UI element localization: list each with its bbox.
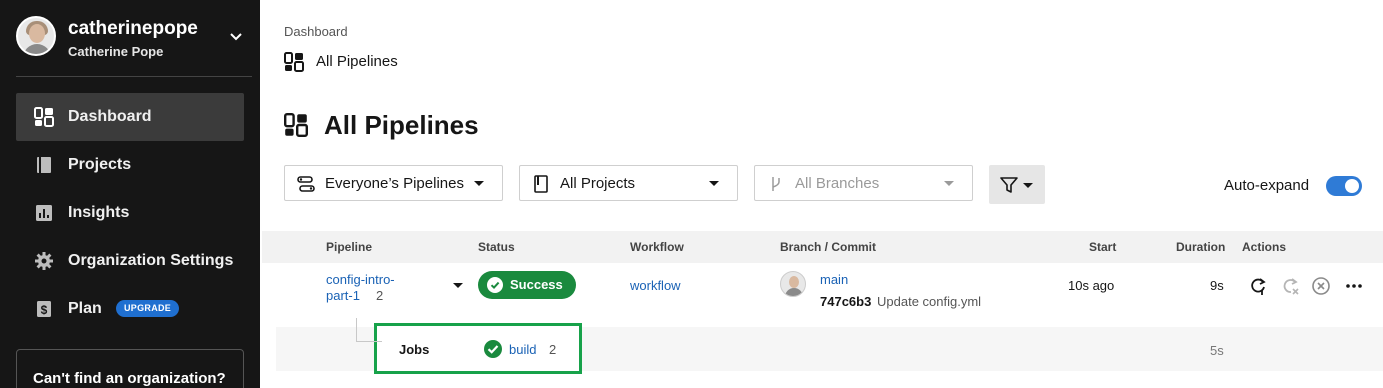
column-header: Duration xyxy=(1176,240,1226,254)
cancel-icon[interactable] xyxy=(1311,276,1331,296)
pipeline-name-link[interactable]: config-intro-part-1 xyxy=(326,272,406,304)
page-title-label: All Pipelines xyxy=(324,110,479,140)
column-header: Workflow xyxy=(630,240,684,254)
jobs-highlight-box: Jobs build 2 xyxy=(374,323,582,374)
projects-filter-value: All Projects xyxy=(560,175,636,192)
status-label: Success xyxy=(510,277,563,292)
dashboard-icon xyxy=(34,107,54,127)
sidebar-item-dashboard[interactable]: Dashboard xyxy=(16,93,244,141)
check-circle-icon xyxy=(484,340,502,358)
sidebar-item-label: Dashboard xyxy=(68,108,152,125)
column-header: Start xyxy=(1089,240,1117,254)
pipelines-filter-value: Everyone’s Pipelines xyxy=(325,175,464,192)
dashboard-icon xyxy=(284,113,308,137)
pipelines-filter-select[interactable]: Everyone’s Pipelines xyxy=(284,165,503,201)
auto-expand-toggle[interactable] xyxy=(1326,176,1362,196)
rerun-icon[interactable] xyxy=(1248,276,1268,296)
table-header: Pipeline Status Workflow Branch / Commit… xyxy=(262,231,1383,263)
duration: 9s xyxy=(1210,278,1224,293)
start-time: 10s ago xyxy=(1068,278,1115,293)
upgrade-badge[interactable]: UPGRADE xyxy=(116,300,180,317)
sidebar-item-label: Projects xyxy=(68,156,132,173)
avatar xyxy=(16,16,56,56)
sidebar-item-organization-settings[interactable]: Organization Settings xyxy=(16,237,244,285)
job-duration: 5s xyxy=(1210,343,1224,358)
chevron-down-icon[interactable] xyxy=(228,28,244,44)
chevron-down-icon xyxy=(709,181,719,186)
book-icon xyxy=(37,157,51,173)
column-header: Branch / Commit xyxy=(780,240,877,254)
pipeline-number: 2 xyxy=(376,288,384,303)
filter-button[interactable] xyxy=(989,165,1045,204)
branch-icon xyxy=(772,177,780,191)
column-header: Pipeline xyxy=(326,240,373,254)
user-full-name: Catherine Pope xyxy=(68,44,164,59)
table-row: config-intro-part-1 2 Success workflow m… xyxy=(262,263,1383,327)
pipelines-icon xyxy=(297,176,315,192)
tree-connector xyxy=(356,318,382,342)
more-options-icon[interactable] xyxy=(1344,276,1364,296)
dashboard-icon xyxy=(284,52,304,72)
column-header: Actions xyxy=(1242,240,1287,254)
jobs-label: Jobs xyxy=(399,342,430,357)
check-circle-icon xyxy=(487,277,503,293)
status-badge[interactable]: Success xyxy=(478,271,576,299)
chevron-down-icon xyxy=(474,181,484,186)
commit-message: Update config.yml xyxy=(877,294,982,309)
jobs-row: Jobs build 2 5s xyxy=(276,318,1383,374)
dollar-icon: $ xyxy=(37,301,51,317)
breadcrumb-current-label: All Pipelines xyxy=(316,53,398,70)
sidebar-item-insights[interactable]: Insights xyxy=(16,189,244,237)
job-count: 2 xyxy=(549,342,557,357)
cant-find-organization[interactable]: Can't find an organization? xyxy=(16,349,244,388)
projects-filter-select[interactable]: All Projects xyxy=(519,165,738,201)
username: catherinepope xyxy=(68,18,198,39)
breadcrumb[interactable]: Dashboard xyxy=(284,24,348,39)
chart-icon xyxy=(36,205,52,221)
workflow-link[interactable]: workflow xyxy=(630,278,681,293)
avatar xyxy=(780,271,806,297)
branches-filter-value: All Branches xyxy=(795,175,880,192)
auto-expand-label: Auto-expand xyxy=(1224,177,1310,194)
branches-filter-select[interactable]: All Branches xyxy=(754,165,973,201)
rerun-failed-icon[interactable] xyxy=(1280,276,1300,296)
chevron-down-icon xyxy=(1023,183,1033,188)
sidebar-item-label: Insights xyxy=(68,204,130,221)
divider xyxy=(16,76,252,77)
sidebar-item-label: Plan xyxy=(68,300,102,317)
branch-link[interactable]: main xyxy=(820,272,848,287)
sidebar: catherinepope Catherine Pope Dashboard P… xyxy=(0,0,260,388)
expand-chevron-icon[interactable] xyxy=(453,283,463,288)
cant-find-label: Can't find an organization? xyxy=(33,370,226,387)
book-icon xyxy=(534,175,548,193)
job-link[interactable]: build xyxy=(509,342,536,357)
svg-text:$: $ xyxy=(41,303,48,317)
user-menu[interactable]: catherinepope Catherine Pope xyxy=(16,16,252,60)
commit-hash[interactable]: 747c6b3 xyxy=(820,294,871,309)
filter-icon xyxy=(1000,177,1018,193)
sidebar-item-projects[interactable]: Projects xyxy=(16,141,244,189)
sidebar-item-label: Organization Settings xyxy=(68,252,234,269)
column-header: Status xyxy=(478,240,515,254)
chevron-down-icon xyxy=(944,181,954,186)
gear-icon xyxy=(35,252,53,270)
